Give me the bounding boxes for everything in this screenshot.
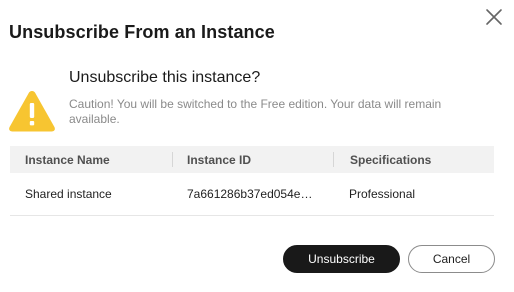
dialog-title: Unsubscribe From an Instance	[9, 22, 275, 42]
unsubscribe-dialog: Unsubscribe From an Instance Unsubscribe…	[0, 0, 514, 292]
cell-specifications: Professional	[349, 187, 416, 201]
cancel-button[interactable]: Cancel	[408, 245, 495, 273]
column-header-instance-name: Instance Name	[25, 152, 110, 167]
column-header-instance-id: Instance ID	[172, 146, 333, 173]
cell-instance-name: Shared instance	[25, 187, 112, 201]
close-icon[interactable]	[484, 7, 504, 27]
confirm-question: Unsubscribe this instance?	[69, 69, 261, 86]
column-header-specifications: Specifications	[333, 146, 494, 173]
table-row: Shared instance 7a661286b37ed054e… Profe…	[10, 173, 494, 216]
cell-instance-id: 7a661286b37ed054e…	[187, 187, 313, 201]
instance-table: Instance Name Instance ID Specifications…	[10, 146, 494, 216]
caution-text: Caution! You will be switched to the Fre…	[69, 97, 442, 126]
warning-icon	[8, 89, 56, 133]
unsubscribe-button[interactable]: Unsubscribe	[283, 245, 400, 273]
table-header: Instance Name Instance ID Specifications	[10, 146, 494, 173]
